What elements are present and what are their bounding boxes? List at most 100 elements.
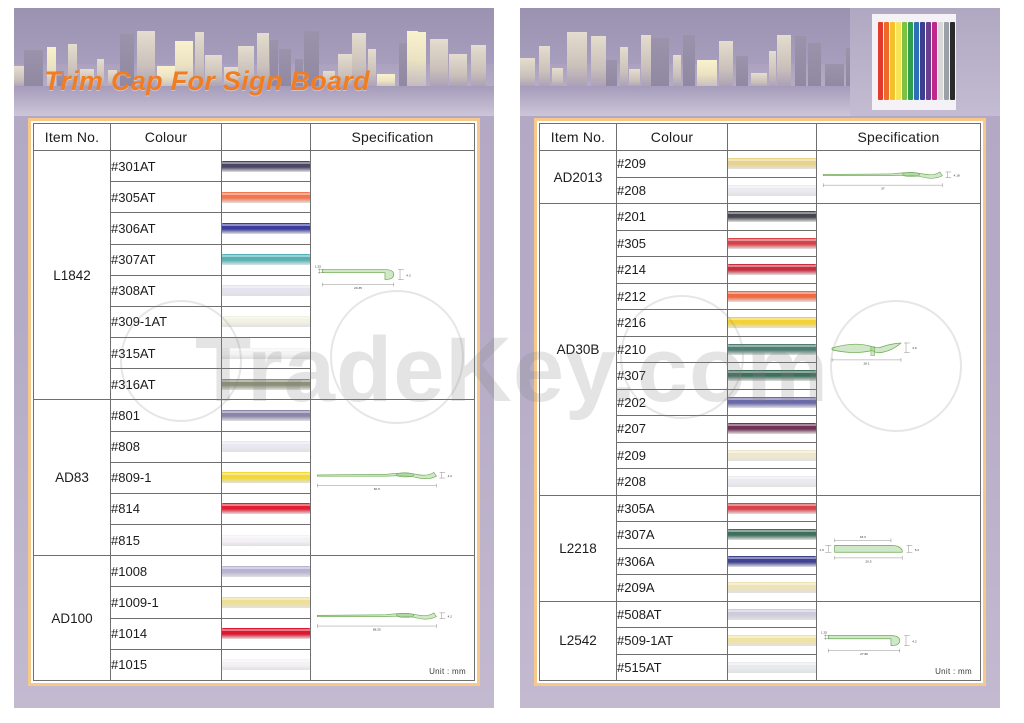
left-product-table: Item No. Colour Specification L1842 #301A… <box>33 123 475 682</box>
colour-swatch <box>222 160 310 172</box>
page-banner-right <box>520 8 1000 116</box>
colour-code-cell: #307 <box>616 362 728 390</box>
header-item-no: Item No. <box>539 123 617 151</box>
header-swatch-spacer <box>727 123 817 151</box>
trim-cap-roll-strip <box>914 22 919 100</box>
colour-swatch-cell <box>727 574 817 602</box>
colour-swatch <box>222 596 310 608</box>
colour-swatch-cell <box>727 388 817 416</box>
colour-swatch <box>728 582 816 594</box>
trim-cap-roll-strip <box>896 22 901 100</box>
header-swatch-spacer <box>221 123 311 151</box>
skyline-building <box>697 60 717 88</box>
colour-swatch <box>222 409 310 421</box>
colour-code-cell: #309-1AT <box>110 305 222 339</box>
colour-code-cell: #208 <box>616 176 728 204</box>
right-product-table: Item No. Colour Specification AD2013 #209… <box>539 123 981 681</box>
colour-swatch-cell <box>727 653 817 681</box>
colour-swatch-cell <box>727 415 817 443</box>
skyline-building <box>606 60 617 88</box>
colour-swatch <box>222 659 310 671</box>
specification-cell: 18.3 20.5 1.5 5.2 <box>816 494 981 602</box>
svg-text:1.25: 1.25 <box>821 630 827 634</box>
colour-swatch-cell <box>221 368 311 401</box>
catalog-sheet: Trim Cap For Sign Board Item No. Colour … <box>0 0 1024 723</box>
svg-text:1.5: 1.5 <box>820 548 825 552</box>
skyline-building <box>567 32 587 88</box>
page-banner-left: Trim Cap For Sign Board <box>14 8 494 116</box>
table-row: L2218 #305A 18.3 20.5 1.5 5.2 <box>539 494 981 602</box>
skyline-building <box>777 35 791 88</box>
spec-drawing: 37 4.18 <box>817 151 980 203</box>
colour-swatch <box>728 396 816 408</box>
header-colour: Colour <box>110 123 222 151</box>
colour-swatch <box>728 370 816 382</box>
colour-swatch-cell <box>221 461 311 494</box>
colour-swatch <box>728 184 816 196</box>
colour-swatch-cell <box>221 274 311 307</box>
skyline-building <box>719 41 733 88</box>
colour-code-cell: #305A <box>616 494 728 522</box>
colour-swatch <box>728 264 816 276</box>
right-table-frame: Item No. Colour Specification AD2013 #209… <box>534 118 986 686</box>
svg-text:28.1: 28.1 <box>863 361 869 365</box>
svg-text:27.86: 27.86 <box>860 652 868 656</box>
colour-code-cell: #307A <box>616 521 728 549</box>
colour-swatch-cell <box>221 492 311 526</box>
colour-swatch <box>222 472 310 484</box>
colour-swatch-cell <box>727 362 817 390</box>
item-no-cell: L2542 <box>539 600 617 681</box>
colour-swatch-cell <box>221 243 311 276</box>
colour-swatch <box>728 555 816 567</box>
colour-swatch-cell <box>221 337 311 370</box>
skyline-building <box>736 56 748 88</box>
colour-swatch-cell <box>221 430 311 463</box>
skyline-building <box>539 46 550 88</box>
table-header-row: Item No. Colour Specification <box>33 123 475 151</box>
colour-swatch-cell <box>221 212 311 245</box>
colour-swatch <box>222 254 310 266</box>
colour-swatch-cell <box>221 305 311 339</box>
colour-swatch-cell <box>221 181 311 214</box>
colour-code-cell: #1009-1 <box>110 586 222 619</box>
colour-code-cell: #809-1 <box>110 461 222 494</box>
skyline-building <box>795 36 806 88</box>
colour-swatch-cell <box>727 176 817 204</box>
colour-swatch <box>222 441 310 453</box>
colour-swatch-cell <box>221 524 311 557</box>
colour-swatch <box>728 608 816 620</box>
svg-text:88.25: 88.25 <box>373 628 381 632</box>
colour-code-cell: #207 <box>616 415 728 443</box>
left-table-frame: Item No. Colour Specification L1842 #301A… <box>28 118 480 686</box>
svg-text:37: 37 <box>881 187 885 191</box>
colour-swatch <box>222 378 310 390</box>
trim-cap-roll-strip <box>932 22 937 100</box>
colour-code-cell: #315AT <box>110 337 222 370</box>
spec-drawing: 18.3 20.5 1.5 5.2 <box>817 496 980 601</box>
trim-cap-roll-strip <box>950 22 955 100</box>
colour-swatch-cell <box>727 441 817 469</box>
trim-cap-roll-strip <box>926 22 931 100</box>
table-row: L1842 #301AT 1.25 20.35 4.3 <box>33 149 475 401</box>
colour-swatch <box>728 449 816 461</box>
skyline-building <box>449 54 467 88</box>
svg-text:18.3: 18.3 <box>860 534 866 538</box>
skyline-building <box>520 58 535 88</box>
skyline-building <box>399 43 407 88</box>
colour-swatch-cell <box>727 547 817 575</box>
item-no-cell: AD83 <box>33 399 111 557</box>
table-row: AD83 #801 60.5 4.2 <box>33 399 475 557</box>
page-title: Trim Cap For Sign Board <box>44 66 370 96</box>
svg-text:4.3: 4.3 <box>406 273 411 277</box>
colour-swatch <box>222 316 310 328</box>
skyline-building <box>407 31 418 88</box>
colour-code-cell: #316AT <box>110 368 222 401</box>
svg-text:4.2: 4.2 <box>448 474 453 478</box>
specification-cell: 1.25 27.86 4.2 Unit : mm <box>816 600 981 681</box>
colour-swatch <box>728 211 816 223</box>
spec-drawing: 60.5 4.2 <box>311 400 474 555</box>
skyline-building <box>552 68 563 88</box>
unit-note: Unit : mm <box>935 667 972 676</box>
colour-swatch-cell <box>727 627 817 655</box>
colour-swatch <box>222 503 310 515</box>
